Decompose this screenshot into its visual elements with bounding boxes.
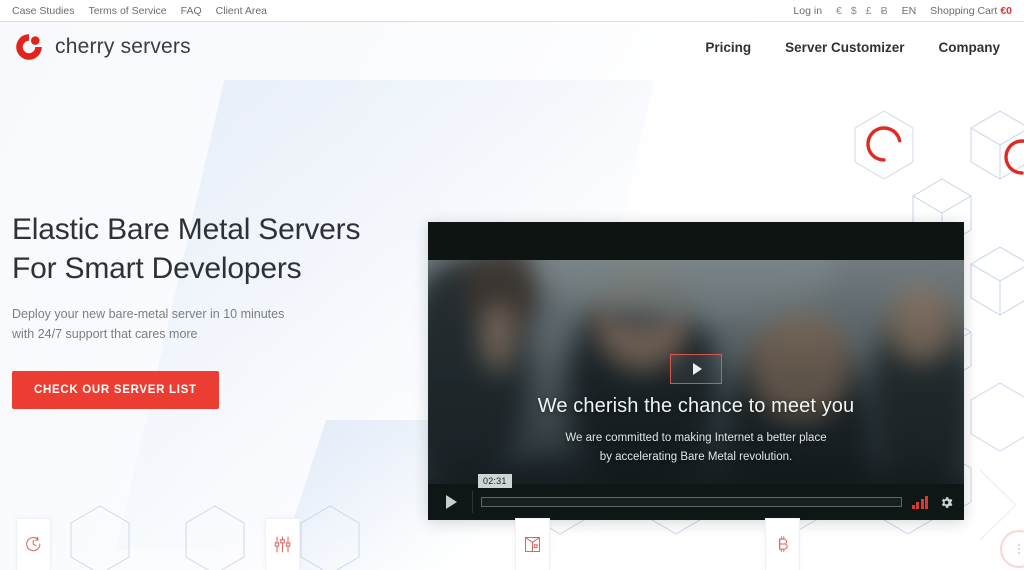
hero-subtitle: Deploy your new bare-metal server in 10 … bbox=[12, 307, 285, 342]
video-player[interactable]: We cherish the chance to meet you We are… bbox=[428, 222, 964, 520]
feature-card-bare-metal-server[interactable] bbox=[515, 518, 550, 570]
video-caption-title: We cherish the chance to meet you bbox=[537, 395, 855, 417]
brand-logo[interactable]: cherry servers bbox=[14, 32, 191, 62]
feature-card-bitcoin-payment[interactable] bbox=[765, 518, 800, 570]
server-rack-icon bbox=[525, 537, 540, 552]
topbar-link-terms-of-service[interactable]: Terms of Service bbox=[88, 5, 166, 17]
topbar-link-client-area[interactable]: Client Area bbox=[216, 5, 267, 17]
currency-option-btc[interactable]: Ƀ bbox=[881, 5, 888, 17]
feature-card-fast-deploy[interactable] bbox=[16, 518, 51, 570]
currency-option-eur[interactable]: € bbox=[836, 5, 842, 17]
sliders-icon bbox=[274, 536, 291, 553]
shopping-cart-link[interactable]: Shopping Cart €0 bbox=[930, 5, 1012, 17]
topbar-links: Case Studies Terms of Service FAQ Client… bbox=[12, 5, 267, 17]
dots-icon bbox=[1018, 544, 1020, 554]
cherry-circle-logo-icon bbox=[14, 32, 44, 62]
video-topbar bbox=[428, 222, 964, 260]
brand-name: cherry servers bbox=[55, 35, 191, 58]
currency-switcher: € $ £ Ƀ bbox=[836, 5, 888, 17]
play-icon bbox=[692, 363, 702, 375]
play-overlay-button[interactable] bbox=[670, 354, 722, 384]
check-server-list-button[interactable]: CHECK OUR SERVER LIST bbox=[12, 370, 219, 409]
language-selector[interactable]: EN bbox=[902, 5, 917, 17]
topbar-actions: Log in € $ £ Ƀ EN Shopping Cart €0 bbox=[793, 5, 1012, 17]
nav-item-server-customizer[interactable]: Server Customizer bbox=[785, 40, 904, 55]
feature-icon-row bbox=[0, 498, 1024, 570]
shopping-cart-label: Shopping Cart bbox=[930, 4, 998, 17]
nav-item-pricing[interactable]: Pricing bbox=[705, 40, 751, 55]
feature-card-server-customizer[interactable] bbox=[265, 518, 300, 570]
currency-option-gbp[interactable]: £ bbox=[866, 5, 872, 17]
page-title: Elastic Bare Metal Servers For Smart Dev… bbox=[12, 213, 361, 285]
site-header: cherry servers Pricing Server Customizer… bbox=[0, 22, 1024, 72]
video-time-tooltip: 02:31 bbox=[478, 474, 512, 488]
topbar-link-case-studies[interactable]: Case Studies bbox=[12, 5, 74, 17]
clock-arrow-icon bbox=[26, 536, 41, 552]
hero-copy: Elastic Bare Metal Servers For Smart Dev… bbox=[12, 210, 412, 409]
topbar-link-faq[interactable]: FAQ bbox=[181, 5, 202, 17]
shopping-cart-amount: €0 bbox=[1000, 4, 1012, 17]
hero-section: Elastic Bare Metal Servers For Smart Dev… bbox=[0, 72, 1024, 570]
main-navigation: Pricing Server Customizer Company bbox=[705, 40, 1010, 55]
utility-topbar: Case Studies Terms of Service FAQ Client… bbox=[0, 0, 1024, 22]
video-caption-subtitle: We are committed to making Internet a be… bbox=[565, 432, 827, 463]
page-root: Case Studies Terms of Service FAQ Client… bbox=[0, 0, 1024, 570]
bitcoin-icon bbox=[779, 536, 788, 552]
video-caption: We cherish the chance to meet you We are… bbox=[428, 395, 964, 466]
login-link[interactable]: Log in bbox=[793, 5, 822, 17]
currency-option-usd[interactable]: $ bbox=[851, 5, 857, 17]
nav-item-company[interactable]: Company bbox=[938, 40, 1000, 55]
edge-decoration-circle bbox=[1000, 530, 1024, 568]
